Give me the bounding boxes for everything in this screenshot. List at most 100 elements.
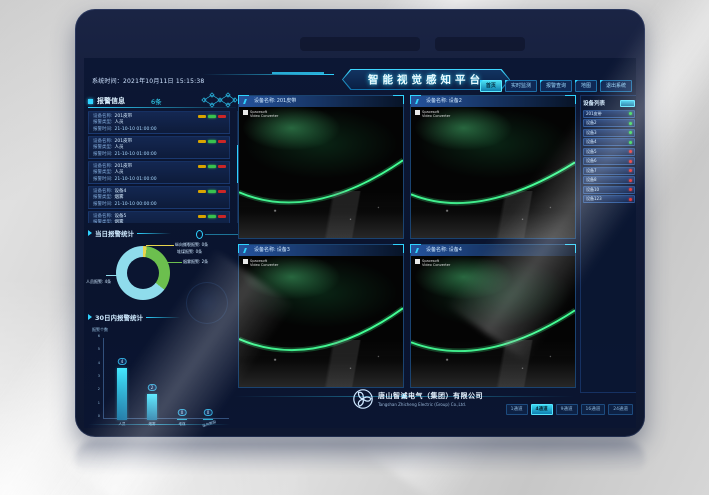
- bar-value-badge: 4: [118, 358, 127, 366]
- today-stats-title: 当日报警统计: [88, 228, 171, 238]
- device-list-item[interactable]: 设备5: [583, 148, 635, 156]
- y-axis: [103, 338, 104, 418]
- alarm-actions: [198, 140, 226, 143]
- device-name-value: 201皮带: [277, 96, 297, 107]
- section-tail-line: [146, 317, 180, 318]
- video-watermark: SpacesoftVideo Converter: [243, 259, 278, 267]
- device-name: 设备123: [586, 196, 602, 202]
- y-tick: 5: [90, 347, 100, 351]
- alarm-actions: [198, 165, 226, 168]
- y-tick: 0: [90, 414, 100, 418]
- device-name: 设备6: [586, 158, 597, 164]
- device-list-item[interactable]: 201皮带: [583, 110, 635, 118]
- section-title-text: 当日报警统计: [95, 228, 134, 238]
- alarm-count-badge: 6条: [151, 96, 162, 106]
- alarm-action-pending-button[interactable]: [198, 215, 206, 218]
- alarm-action-pending-button[interactable]: [198, 115, 206, 118]
- alarm-action-confirm-button[interactable]: [208, 215, 216, 218]
- section-title-text: 30日内报警统计: [95, 312, 143, 322]
- monthly-alarm-bar-chart: 报警个数 6 5 4 3 2 1 0 4 人员: [90, 330, 232, 426]
- channel-24-button[interactable]: 24通道: [608, 404, 633, 415]
- device-name: 设备4: [586, 139, 597, 145]
- alarm-action-delete-button[interactable]: [218, 215, 226, 218]
- device-list-item[interactable]: 设备10: [583, 186, 635, 194]
- status-dot-online: [629, 131, 632, 134]
- device-name: 设备10: [586, 187, 599, 193]
- alarm-list-item[interactable]: 设备名称:设备5 报警类型:烟雾: [88, 211, 230, 223]
- device-list-item[interactable]: 设备8: [583, 176, 635, 184]
- bar: [203, 419, 213, 420]
- alarm-list-item[interactable]: 设备名称:设备4 报警类型:烟雾 报警时间:21-10-10 00:00:00: [88, 186, 230, 209]
- device-list-item[interactable]: 设备3: [583, 129, 635, 137]
- status-dot-offline: [629, 160, 632, 163]
- watermark-line2: Video Converter: [250, 114, 278, 118]
- header-decoration-line: [272, 72, 324, 74]
- video-feed: SpacesoftVideo Converter: [411, 256, 575, 387]
- alarm-time-value: 21-10-10 01:00:00: [115, 127, 157, 133]
- video-panel-header: 设备名称:设备3: [239, 245, 403, 256]
- alarm-list-item[interactable]: 设备名称:201皮带 报警类型:人员 报警时间:21-10-10 01:00:0…: [88, 111, 230, 134]
- bar-person: 4 人员: [116, 340, 128, 420]
- tab-map[interactable]: 地图: [575, 80, 597, 92]
- tab-home[interactable]: 首页: [480, 80, 502, 92]
- device-list-item[interactable]: 设备123: [583, 195, 635, 203]
- channel-1-button[interactable]: 1通道: [506, 404, 528, 415]
- device-list-item[interactable]: 设备4: [583, 138, 635, 146]
- watermark-logo-icon: [243, 110, 248, 115]
- alarm-actions: [198, 115, 226, 118]
- status-dot-offline: [629, 198, 632, 201]
- device-list-more-button[interactable]: [620, 100, 635, 107]
- section-tail-line: [137, 233, 171, 234]
- bar: [177, 419, 187, 420]
- device-list-item[interactable]: 设备6: [583, 157, 635, 165]
- channel-9-button[interactable]: 9通道: [556, 404, 578, 415]
- device-list-item[interactable]: 设备7: [583, 167, 635, 175]
- watermark-logo-icon: [415, 110, 420, 115]
- donut-label-smoke: 烟雾报警: 2条: [183, 259, 208, 265]
- alarm-action-confirm-button[interactable]: [208, 140, 216, 143]
- alarm-action-pending-button[interactable]: [198, 140, 206, 143]
- alarm-action-delete-button[interactable]: [218, 115, 226, 118]
- channel-16-button[interactable]: 16通道: [581, 404, 606, 415]
- tab-alarm-query[interactable]: 报警查询: [540, 80, 572, 92]
- device-name: 设备5: [586, 149, 597, 155]
- watermark-emblem: [186, 282, 228, 324]
- watermark-line2: Video Converter: [422, 263, 450, 267]
- video-feed: SpacesoftVideo Converter: [239, 256, 403, 387]
- alarm-action-delete-button[interactable]: [218, 165, 226, 168]
- alarm-action-pending-button[interactable]: [198, 190, 206, 193]
- alarm-action-confirm-button[interactable]: [208, 165, 216, 168]
- y-tick: 4: [90, 361, 100, 365]
- y-tick: 3: [90, 374, 100, 378]
- channel-switcher: 1通道 4通道 9通道 16通道 24通道: [506, 404, 633, 415]
- status-dot-online: [629, 122, 632, 125]
- video-panel-4[interactable]: 设备名称:设备4 SpacesoftVideo Converter: [410, 244, 576, 388]
- alarm-action-pending-button[interactable]: [198, 165, 206, 168]
- device-list-item[interactable]: 设备2: [583, 119, 635, 127]
- device-name: 设备7: [586, 168, 597, 174]
- conveyor-structure: [239, 191, 403, 238]
- alarm-list-item[interactable]: 设备名称:201皮带 报警类型:人员 报警时间:21-10-10 01:00:0…: [88, 136, 230, 159]
- alarm-list-item[interactable]: 设备名称:201皮带 报警类型:人员 报警时间:21-10-10 01:00:0…: [88, 161, 230, 184]
- tab-realtime-monitor[interactable]: 实时监测: [505, 80, 537, 92]
- system-time: 系统时间：2021年10月11日 15:15:38: [92, 76, 204, 85]
- alarm-action-delete-button[interactable]: [218, 190, 226, 193]
- video-panel-1[interactable]: 设备名称:201皮带 SpacesoftVideo Converter: [238, 95, 404, 239]
- y-tick: 1: [90, 401, 100, 405]
- status-dot-offline: [629, 169, 632, 172]
- dashboard-screen: 系统时间：2021年10月11日 15:15:38 智能视觉感知平台 首页 实时…: [84, 58, 636, 428]
- status-dot-online: [629, 141, 632, 144]
- alarm-action-delete-button[interactable]: [218, 140, 226, 143]
- device-name-value: 设备3: [277, 245, 290, 256]
- bar-value-badge: 0: [204, 409, 213, 417]
- donut-label-pile: 堆煤报警: 0条: [177, 249, 202, 255]
- alarm-actions: [198, 190, 226, 193]
- alarm-action-confirm-button[interactable]: [208, 115, 216, 118]
- alarm-action-confirm-button[interactable]: [208, 190, 216, 193]
- video-panel-2[interactable]: 设备名称:设备2 SpacesoftVideo Converter: [410, 95, 576, 239]
- tab-exit[interactable]: 退出系统: [600, 80, 632, 92]
- bar-value-badge: 2: [148, 384, 157, 392]
- header-decoration-line: [202, 74, 334, 75]
- channel-4-button[interactable]: 4通道: [531, 404, 553, 415]
- video-panel-3[interactable]: 设备名称:设备3 SpacesoftVideo Converter: [238, 244, 404, 388]
